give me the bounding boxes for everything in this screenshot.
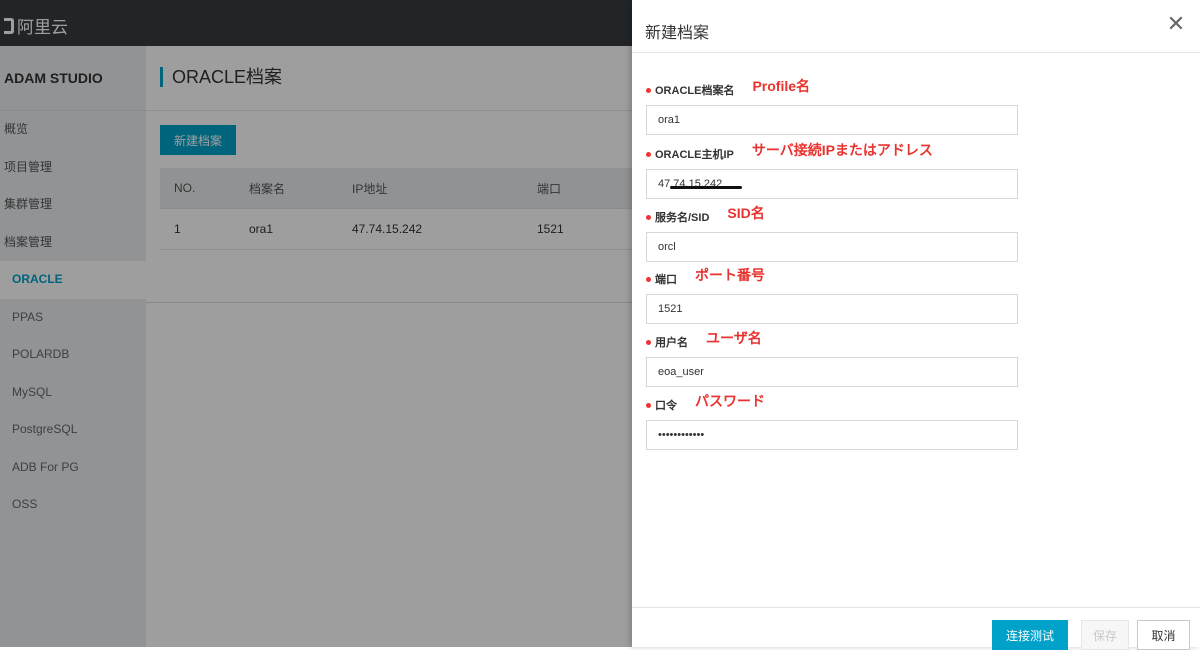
field-label: 口令 xyxy=(655,400,677,412)
annotation-label: Profile名 xyxy=(752,78,811,94)
required-dot-icon xyxy=(646,87,651,93)
dialog-header: 新建档案 ✕ xyxy=(632,0,1200,53)
annotation-label: パスワード xyxy=(695,393,765,409)
field-label: ORACLE档案名 xyxy=(655,85,735,97)
annotation-label: ユーザ名 xyxy=(706,330,762,346)
close-icon[interactable]: ✕ xyxy=(1166,13,1186,35)
annotation-label: ポート番号 xyxy=(695,267,765,283)
new-profile-dialog: 新建档案 ✕ ORACLE档案名 Profile名 ORACLE主机IP サーバ… xyxy=(632,0,1200,650)
port-input[interactable] xyxy=(646,294,1018,324)
annotation-label: サーバ接続IPまたはアドレス xyxy=(751,142,933,158)
required-dot-icon xyxy=(646,214,651,220)
test-connection-button[interactable]: 连接测试 xyxy=(992,620,1068,650)
field-label: 服务名/SID xyxy=(655,212,710,224)
redaction-mark xyxy=(670,186,742,189)
annotation-label: SID名 xyxy=(727,205,765,221)
field-port: 端口 ポート番号 xyxy=(646,267,1018,324)
field-label-row: ORACLE档案名 Profile名 xyxy=(646,78,1018,99)
cancel-button[interactable]: 取消 xyxy=(1137,620,1190,650)
service-sid-input[interactable] xyxy=(646,232,1018,262)
field-label-row: 端口 ポート番号 xyxy=(646,267,1018,288)
field-label-row: ORACLE主机IP サーバ接続IPまたはアドレス xyxy=(646,142,1018,163)
modal-overlay[interactable] xyxy=(0,0,632,647)
password-input[interactable] xyxy=(646,420,1018,450)
field-label-row: 口令 パスワード xyxy=(646,393,1018,414)
field-label: 端口 xyxy=(655,274,677,286)
required-dot-icon xyxy=(646,151,651,157)
field-service-sid: 服务名/SID SID名 xyxy=(646,205,1018,262)
required-dot-icon xyxy=(646,402,651,408)
required-dot-icon xyxy=(646,339,651,345)
field-label-row: 用户名 ユーザ名 xyxy=(646,330,1018,351)
field-password: 口令 パスワード xyxy=(646,393,1018,450)
save-button[interactable]: 保存 xyxy=(1081,620,1129,650)
required-dot-icon xyxy=(646,276,651,282)
field-profile-name: ORACLE档案名 Profile名 xyxy=(646,78,1018,135)
dialog-title: 新建档案 xyxy=(645,25,710,42)
dialog-footer: 连接测试 保存 取消 xyxy=(632,607,1200,650)
field-label: ORACLE主机IP xyxy=(655,149,734,161)
host-ip-input[interactable] xyxy=(646,169,1018,199)
field-label: 用户名 xyxy=(655,337,688,349)
username-input[interactable] xyxy=(646,357,1018,387)
field-host-ip: ORACLE主机IP サーバ接続IPまたはアドレス xyxy=(646,142,1018,199)
profile-name-input[interactable] xyxy=(646,105,1018,135)
field-username: 用户名 ユーザ名 xyxy=(646,330,1018,387)
field-label-row: 服务名/SID SID名 xyxy=(646,205,1018,226)
